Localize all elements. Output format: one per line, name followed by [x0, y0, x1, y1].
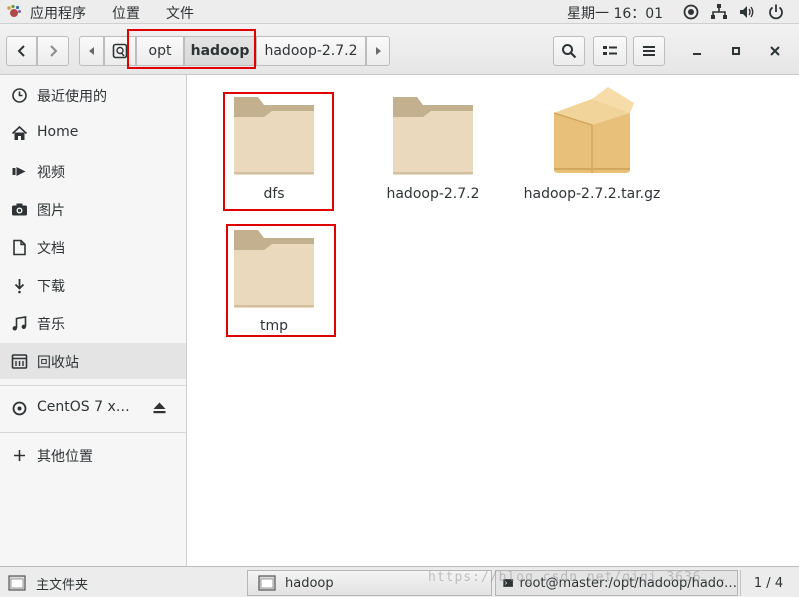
breadcrumb-hadoop[interactable]: hadoop — [184, 36, 256, 66]
file-name: hadoop-2.7.2.tar.gz — [523, 186, 661, 202]
view-toggle-button[interactable] — [593, 36, 627, 66]
back-button[interactable] — [6, 36, 37, 66]
trash-icon — [11, 354, 28, 369]
home-icon — [11, 125, 28, 140]
folder-icon — [234, 97, 314, 175]
file-menu[interactable]: 文件 — [166, 3, 194, 23]
folder-icon — [393, 97, 473, 175]
file-item-tmp[interactable]: tmp — [199, 226, 349, 346]
sidebar-item-downloads[interactable]: 下载 — [0, 267, 186, 303]
sidebar-item-label: 文档 — [37, 241, 65, 257]
archive-icon — [553, 87, 634, 173]
drive-icon — [112, 43, 128, 59]
minimize-icon — [693, 53, 701, 55]
triangle-left-icon — [88, 47, 94, 55]
taskbar-label: hadoop — [285, 575, 334, 591]
sidebar-separator — [0, 385, 186, 386]
eject-icon[interactable] — [152, 401, 167, 415]
file-item-hadoop-tarball[interactable]: hadoop-2.7.2.tar.gz — [517, 85, 667, 205]
breadcrumb-opt[interactable]: opt — [136, 36, 184, 66]
file-view: dfs hadoop-2.7.2 hadoop-2.7.2.tar.gz tmp — [188, 75, 799, 566]
sidebar-item-label: 下载 — [37, 279, 65, 295]
watermark-text: https://blog.csdn.net/qiqi_3636... — [428, 570, 729, 585]
sidebar-item-label: 其他位置 — [37, 449, 93, 465]
taskbar-label: 主文件夹 — [36, 577, 89, 593]
forward-button[interactable] — [37, 36, 69, 66]
chevron-right-icon — [50, 45, 58, 57]
header-bar: opt hadoop hadoop-2.7.2 — [0, 24, 799, 75]
search-icon — [562, 44, 577, 59]
document-icon — [13, 239, 26, 256]
network-icon[interactable] — [710, 3, 728, 21]
window-icon — [8, 575, 26, 591]
app-menu-button[interactable] — [633, 36, 665, 66]
accessibility-icon[interactable] — [682, 3, 700, 21]
file-item-hadoop-2.7.2[interactable]: hadoop-2.7.2 — [358, 93, 508, 213]
applications-menu[interactable]: 应用程序 — [30, 3, 86, 23]
window-icon — [258, 575, 276, 591]
triangle-right-icon — [376, 47, 381, 55]
clock[interactable]: 星期一 16：01 — [567, 3, 663, 23]
sidebar-item-music[interactable]: 音乐 — [0, 305, 186, 341]
close-button[interactable] — [766, 42, 784, 60]
places-menu[interactable]: 位置 — [112, 3, 140, 23]
maximize-button[interactable] — [727, 42, 745, 60]
plus-icon — [14, 450, 25, 461]
sidebar-item-other-locations[interactable]: 其他位置 — [0, 437, 186, 473]
sidebar-item-label: 视频 — [37, 165, 65, 181]
path-scroll-right-button[interactable] — [366, 36, 390, 66]
sidebar-item-label: 回收站 — [37, 355, 79, 371]
sidebar-item-label: 最近使用的 — [37, 89, 107, 105]
sidebar-item-home[interactable]: Home — [0, 115, 186, 151]
minimize-button[interactable] — [688, 42, 706, 60]
file-name: dfs — [263, 186, 285, 202]
file-name: tmp — [259, 318, 288, 334]
breadcrumb-hadoop-2.7.2[interactable]: hadoop-2.7.2 — [256, 36, 366, 66]
chevron-left-icon — [17, 45, 25, 57]
disc-icon — [12, 401, 27, 416]
close-icon — [770, 46, 780, 56]
view-list-icon — [603, 46, 617, 55]
camera-icon — [12, 203, 27, 216]
sidebar-item-trash[interactable]: 回收站 — [0, 343, 186, 379]
recent-icon — [12, 88, 27, 103]
folder-icon — [234, 230, 314, 308]
sidebar-item-label: Home — [37, 124, 79, 140]
gnome-foot-icon[interactable] — [6, 4, 22, 20]
sidebar-item-recent[interactable]: 最近使用的 — [0, 77, 186, 113]
taskbar-home-folder[interactable]: 主文件夹 — [8, 570, 88, 596]
search-button[interactable] — [553, 36, 585, 66]
sidebar-separator — [0, 432, 186, 433]
workspace-indicator[interactable]: 1 / 4 — [740, 570, 796, 596]
sidebar-item-centos-disc[interactable]: CentOS 7 x… — [0, 390, 186, 426]
sidebar-item-videos[interactable]: 视频 — [0, 153, 186, 189]
path-scroll-left-button[interactable] — [79, 36, 104, 66]
power-icon[interactable] — [767, 3, 785, 21]
sidebar-item-documents[interactable]: 文档 — [0, 229, 186, 265]
sidebar-item-pictures[interactable]: 图片 — [0, 191, 186, 227]
sidebar-item-label: CentOS 7 x… — [37, 399, 130, 415]
menu-icon — [643, 46, 655, 56]
maximize-icon — [732, 47, 740, 55]
sidebar-item-label: 音乐 — [37, 317, 65, 333]
top-panel: 应用程序 位置 文件 星期一 16：01 — [0, 0, 799, 24]
sidebar-item-label: 图片 — [37, 203, 65, 219]
volume-icon[interactable] — [738, 3, 756, 21]
path-root-button[interactable] — [104, 36, 136, 66]
video-icon — [12, 167, 26, 176]
file-item-dfs[interactable]: dfs — [199, 93, 349, 213]
music-icon — [12, 316, 27, 331]
file-name: hadoop-2.7.2 — [386, 186, 480, 202]
sidebar: 最近使用的 Home 视频 图片 文档 下载 音乐 回收站 CentOS 7 x… — [0, 75, 187, 566]
download-icon — [14, 279, 25, 294]
